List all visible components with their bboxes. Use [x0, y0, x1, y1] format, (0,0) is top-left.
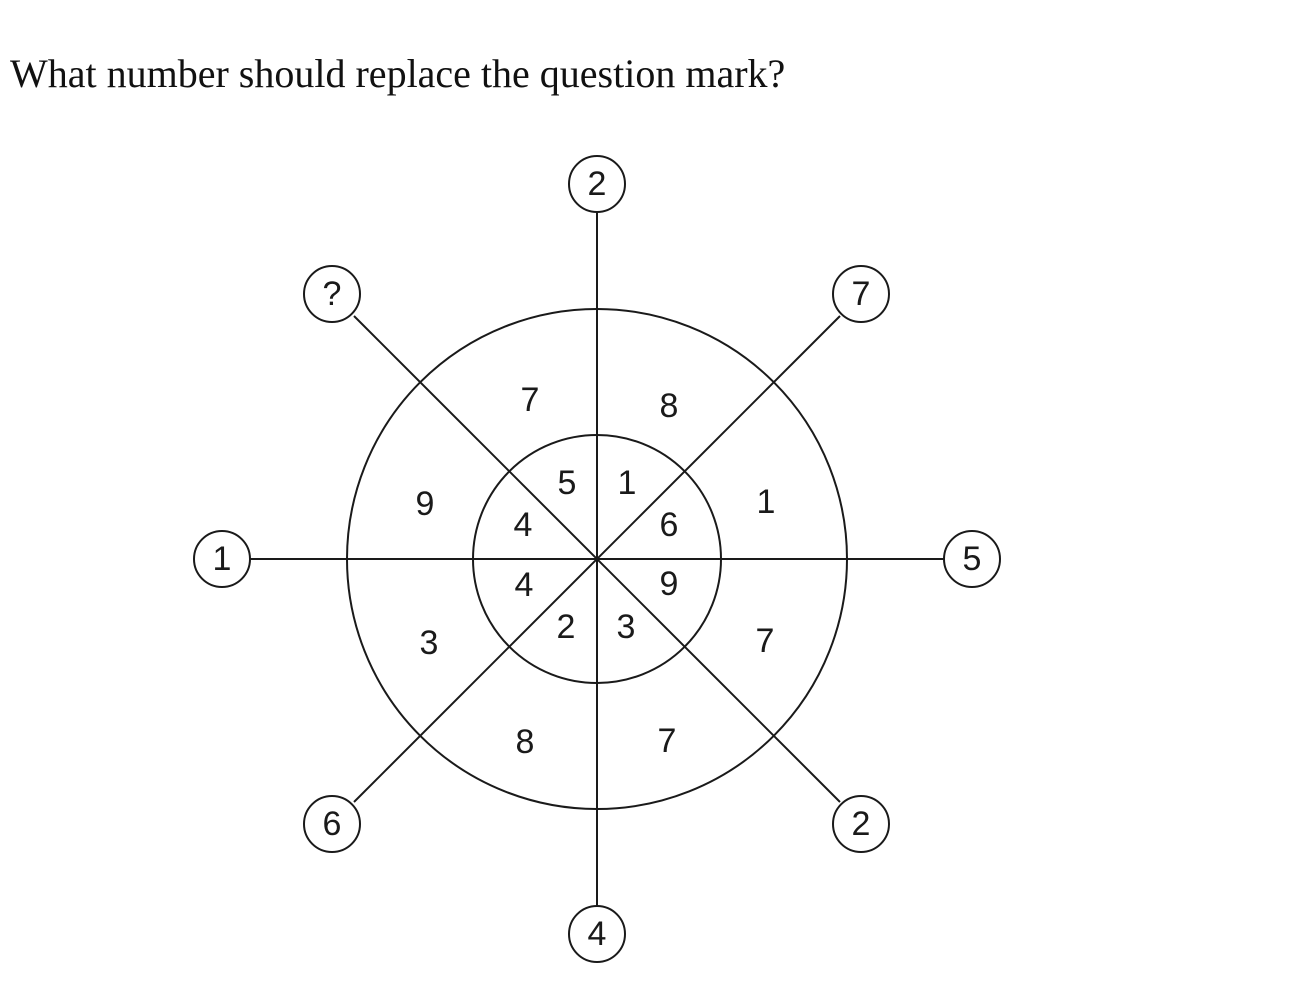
outer-ring-number-top-right: 8 [660, 387, 679, 425]
bubble-left-number: 1 [213, 540, 232, 578]
bubble-top-right: 7 [832, 265, 890, 323]
outer-ring-number-left-top: 9 [416, 485, 435, 523]
outer-ring-number-bottom-left: 8 [516, 723, 535, 761]
bubble-top-number: 2 [588, 165, 607, 203]
inner-ring-number-top-right: 1 [618, 464, 637, 502]
inner-ring-number-left-top: 4 [514, 506, 533, 544]
bubble-top-left: ? [303, 265, 361, 323]
bubble-bottom-left-number: 6 [323, 805, 342, 843]
bubble-right: 5 [943, 530, 1001, 588]
outer-ring-number-right-bottom: 7 [756, 622, 775, 660]
bubble-left: 1 [193, 530, 251, 588]
bubble-bottom: 4 [568, 905, 626, 963]
number-wheel-diagram: 2 7 5 2 4 6 1 ? 7 8 1 7 7 8 3 9 5 1 6 9 … [193, 155, 1001, 963]
bubble-bottom-right-number: 2 [852, 805, 871, 843]
outer-ring-number-top-left: 7 [521, 381, 540, 419]
bubble-bottom-left: 6 [303, 795, 361, 853]
outer-ring-number-left-bottom: 3 [420, 624, 439, 662]
inner-ring-number-right-top: 6 [660, 506, 679, 544]
bubble-top: 2 [568, 155, 626, 213]
inner-ring-number-top-left: 5 [558, 464, 577, 502]
bubble-top-left-number: ? [323, 275, 342, 313]
outer-ring-number-bottom-right: 7 [658, 722, 677, 760]
bubble-bottom-right: 2 [832, 795, 890, 853]
outer-ring-number-right-top: 1 [757, 483, 776, 521]
inner-ring-number-bottom-right: 3 [617, 608, 636, 646]
inner-ring-number-bottom-left: 2 [557, 608, 576, 646]
bubble-bottom-number: 4 [588, 915, 607, 953]
bubble-right-number: 5 [963, 540, 982, 578]
bubble-top-right-number: 7 [852, 275, 871, 313]
inner-ring-number-right-bottom: 9 [660, 565, 679, 603]
inner-ring-number-left-bottom: 4 [515, 566, 534, 604]
